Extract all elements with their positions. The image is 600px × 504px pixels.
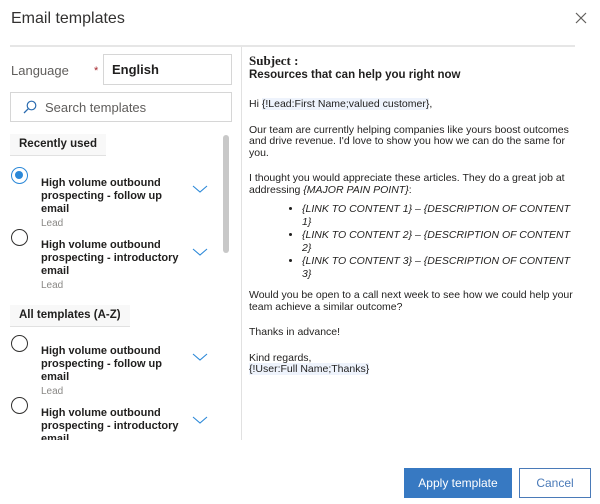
signature-token: {!User:Full Name;Thanks} [249,363,370,375]
search-icon [23,100,37,114]
language-label: Language [11,63,69,78]
signature-line: {!User:Full Name;Thanks} [249,363,579,376]
content-links-list: {LINK TO CONTENT 1} – {DESCRIPTION OF CO… [249,203,579,281]
content-link-item: {LINK TO CONTENT 1} – {DESCRIPTION OF CO… [302,203,579,229]
required-marker: * [94,65,99,77]
language-field[interactable]: English [103,54,232,85]
template-list-panel: Language * English Search templates Rece… [0,47,241,440]
close-icon[interactable] [573,10,589,26]
greeting-suffix: , [429,98,433,110]
template-radio[interactable] [11,167,28,184]
apply-template-button[interactable]: Apply template [404,468,512,498]
section-header-all-templates: All templates (A-Z) [10,305,130,327]
template-name: High volume outbound prospecting - intro… [41,407,179,440]
panel-divider [241,47,242,440]
template-name: High volume outbound prospecting - follo… [41,177,162,215]
chevron-down-icon[interactable] [192,184,208,194]
chevron-down-icon[interactable] [192,415,208,425]
search-placeholder: Search templates [45,99,147,115]
template-name: High volume outbound prospecting - intro… [41,239,179,277]
greeting-text: Hi [249,98,262,110]
template-entity: Lead [41,386,64,397]
pain-point-placeholder: {MAJOR PAIN POINT} [303,183,409,196]
content-link-item: {LINK TO CONTENT 2} – {DESCRIPTION OF CO… [302,229,579,255]
paragraph-suffix: : [408,183,412,196]
section-header-recently-used: Recently used [10,134,106,156]
close-button[interactable] [573,10,589,26]
body-paragraph: Would you be open to a call next week to… [249,289,573,313]
subject-label: Subject : [249,53,299,68]
thanks-line: Thanks in advance! [249,326,341,338]
chevron-down-icon[interactable] [192,352,208,362]
body-paragraph: I thought you would appreciate these art… [249,172,579,196]
chevron-down-icon[interactable] [192,247,208,257]
template-preview: Subject : Resources that can help you ri… [249,54,579,376]
dialog-title: Email templates [11,10,125,27]
body-paragraph: Our team are currently helping companies… [249,123,569,159]
template-radio[interactable] [11,397,28,414]
template-entity: Lead [41,280,64,291]
template-name: High volume outbound prospecting - follo… [41,345,162,383]
template-entity: Lead [41,218,64,229]
content-link-item: {LINK TO CONTENT 3} – {DESCRIPTION OF CO… [302,255,579,281]
cancel-button[interactable]: Cancel [519,468,591,498]
template-radio[interactable] [11,229,28,246]
search-input[interactable]: Search templates [10,92,232,122]
subject-text: Resources that can help you right now [249,69,461,81]
list-scrollbar[interactable] [223,135,229,253]
first-name-token: {!Lead:First Name;valued customer} [261,98,430,110]
greeting-line: Hi {!Lead:First Name;valued customer}, [249,98,579,111]
template-radio[interactable] [11,335,28,352]
